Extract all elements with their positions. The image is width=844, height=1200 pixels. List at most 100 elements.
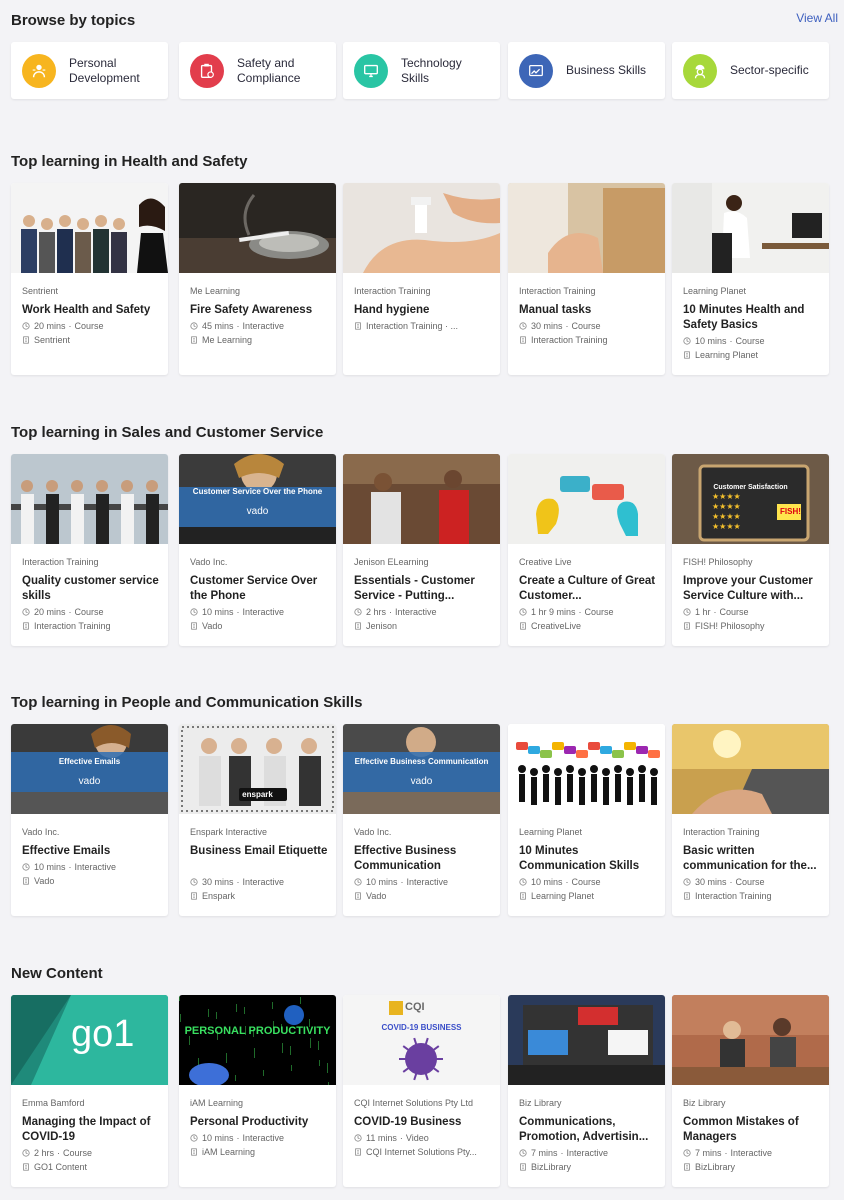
clock-icon xyxy=(683,878,691,886)
building-icon xyxy=(23,1163,29,1171)
duration-meta: 11 mins · Video xyxy=(354,1133,429,1143)
course-title[interactable]: Personal Productivity xyxy=(190,1115,328,1130)
building-icon xyxy=(684,351,690,359)
source-meta: Jenison xyxy=(354,621,397,631)
duration-meta: 10 mins · Interactive xyxy=(190,607,284,617)
source-meta: Learning Planet xyxy=(519,891,594,901)
course-title[interactable]: Manual tasks xyxy=(519,303,657,318)
course-title[interactable]: Managing the Impact of COVID-19 xyxy=(22,1115,160,1145)
topic-sector-specific[interactable]: Sector-specific xyxy=(672,42,829,99)
duration: 30 mins xyxy=(695,877,727,887)
course-card[interactable]: Jenison ELearning Essentials - Customer … xyxy=(343,454,500,646)
source-meta: Interaction Training xyxy=(22,621,111,631)
content-type: Course xyxy=(74,321,104,331)
source: Jenison xyxy=(366,621,398,631)
course-title[interactable]: Basic written communication for the... xyxy=(683,844,821,874)
course-card[interactable]: Interaction Training Manual tasks 30 min… xyxy=(508,183,665,375)
course-card[interactable]: Biz Library Common Mistakes of Managers … xyxy=(672,995,829,1187)
course-title[interactable]: Fire Safety Awareness xyxy=(190,303,328,318)
view-all-link[interactable]: View All xyxy=(796,11,838,25)
course-card[interactable]: Biz Library Communications, Promotion, A… xyxy=(508,995,665,1187)
course-provider: Sentrient xyxy=(22,286,59,296)
course-card[interactable]: Learning Planet 10 Minutes Communication… xyxy=(508,724,665,916)
monitor-icon xyxy=(354,53,388,88)
topic-technology-skills[interactable]: Technology Skills xyxy=(343,42,500,99)
duration: 45 mins xyxy=(202,321,234,331)
duration: 30 mins xyxy=(531,321,563,331)
course-card[interactable]: Effective Emails vado Vado Inc. Effective… xyxy=(11,724,168,916)
thumbnail-logo: vado xyxy=(246,506,269,517)
thumbnail-logo: FISH! xyxy=(780,507,801,516)
building-icon xyxy=(191,622,197,630)
duration-meta: 30 mins · Course xyxy=(683,877,765,887)
course-title[interactable]: Business Email Etiquette xyxy=(190,844,328,859)
course-thumbnail xyxy=(11,454,168,544)
clock-icon xyxy=(519,322,527,330)
topic-safety-compliance[interactable]: Safety and Compliance xyxy=(179,42,336,99)
topic-label: Technology Skills xyxy=(401,55,462,85)
source: Interaction Training xyxy=(531,335,608,345)
duration: 10 mins xyxy=(202,1133,234,1143)
source-meta: Enspark xyxy=(190,891,235,901)
course-card[interactable]: COVID-19 BUSINESS CQI CQI Internet Soluti… xyxy=(343,995,500,1187)
course-card[interactable]: Effective Business Communication vado Vad… xyxy=(343,724,500,916)
thumbnail-caption: PERSONAL PRODUCTIVITY xyxy=(184,1025,331,1037)
course-card[interactable]: Interaction Training Basic written commu… xyxy=(672,724,829,916)
course-title[interactable]: Create a Culture of Great Customer... xyxy=(519,574,657,604)
course-section: Top learning in Health and Safety Sentri… xyxy=(0,140,844,380)
course-title[interactable]: Hand hygiene xyxy=(354,303,492,318)
course-title[interactable]: Quality customer service skills xyxy=(22,574,160,604)
course-card[interactable]: ★★★★ ★★★★ ★★★★ ★★★★ Customer Satisfaction FIS… xyxy=(672,454,829,646)
course-section: Top learning in People and Communication… xyxy=(0,681,844,921)
course-title[interactable]: Communications, Promotion, Advertisin... xyxy=(519,1115,657,1145)
topic-personal-development[interactable]: Personal Development xyxy=(11,42,168,99)
course-card[interactable]: Interaction Training Quality customer se… xyxy=(11,454,168,646)
source: CQI Internet Solutions Pty... xyxy=(366,1147,477,1157)
topic-business-skills[interactable]: Business Skills xyxy=(508,42,665,99)
clock-icon xyxy=(354,608,362,616)
source: CreativeLive xyxy=(531,621,582,631)
course-title[interactable]: Work Health and Safety xyxy=(22,303,160,318)
course-title[interactable]: COVID-19 Business xyxy=(354,1115,492,1130)
content-type: Interactive xyxy=(395,607,437,617)
course-title[interactable]: Effective Emails xyxy=(22,844,160,859)
course-title[interactable]: Essentials - Customer Service - Putting.… xyxy=(354,574,492,604)
course-card[interactable]: PERSONAL PRODUCTIVITY iAM Learning Perso… xyxy=(179,995,336,1187)
clock-icon xyxy=(683,608,691,616)
course-provider: CQI Internet Solutions Pty Ltd xyxy=(354,1098,474,1108)
course-title[interactable]: Common Mistakes of Managers xyxy=(683,1115,821,1145)
source-meta: Interaction Training · ... xyxy=(354,321,458,331)
duration: 10 mins xyxy=(34,862,66,872)
content-type: Course xyxy=(719,607,749,617)
course-card[interactable]: Sentrient Work Health and Safety 20 mins… xyxy=(11,183,168,375)
thumbnail-caption: COVID-19 BUSINESS xyxy=(381,1023,462,1032)
course-title[interactable]: Customer Service Over the Phone xyxy=(190,574,328,604)
content-type: Course xyxy=(74,607,104,617)
course-title[interactable]: Effective Business Communication xyxy=(354,844,492,874)
course-card[interactable]: Creative Live Create a Culture of Great … xyxy=(508,454,665,646)
source: BizLibrary xyxy=(531,1162,572,1172)
building-icon xyxy=(684,892,690,900)
source-meta: CreativeLive xyxy=(519,621,581,631)
course-title[interactable]: Improve your Customer Service Culture wi… xyxy=(683,574,821,604)
course-title[interactable]: 10 Minutes Communication Skills xyxy=(519,844,657,874)
duration: 1 hr xyxy=(695,607,711,617)
course-thumbnail: go1 xyxy=(11,995,168,1085)
topic-label: Sector-specific xyxy=(730,63,809,77)
course-card[interactable]: Me Learning Fire Safety Awareness 45 min… xyxy=(179,183,336,375)
course-card[interactable]: enspark Enspark Interactive Business Ema… xyxy=(179,724,336,916)
course-thumbnail: Customer Service Over the Phone vado xyxy=(179,454,336,544)
course-title[interactable]: 10 Minutes Health and Safety Basics xyxy=(683,303,821,333)
course-card[interactable]: Learning Planet 10 Minutes Health and Sa… xyxy=(672,183,829,375)
source: Sentrient xyxy=(34,335,71,345)
person-icon xyxy=(22,53,56,88)
course-card[interactable]: Customer Service Over the Phone vado Vado… xyxy=(179,454,336,646)
source-meta: Me Learning xyxy=(190,335,252,345)
source: Enspark xyxy=(202,891,236,901)
thumbnail-logo: CQI xyxy=(405,1001,425,1013)
course-card[interactable]: go1 Emma Bamford Managing the Impact of … xyxy=(11,995,168,1187)
building-icon xyxy=(520,336,526,344)
course-card[interactable]: Interaction Training Hand hygiene Intera… xyxy=(343,183,500,375)
course-thumbnail xyxy=(343,454,500,544)
duration-meta: 1 hr · Course xyxy=(683,607,749,617)
